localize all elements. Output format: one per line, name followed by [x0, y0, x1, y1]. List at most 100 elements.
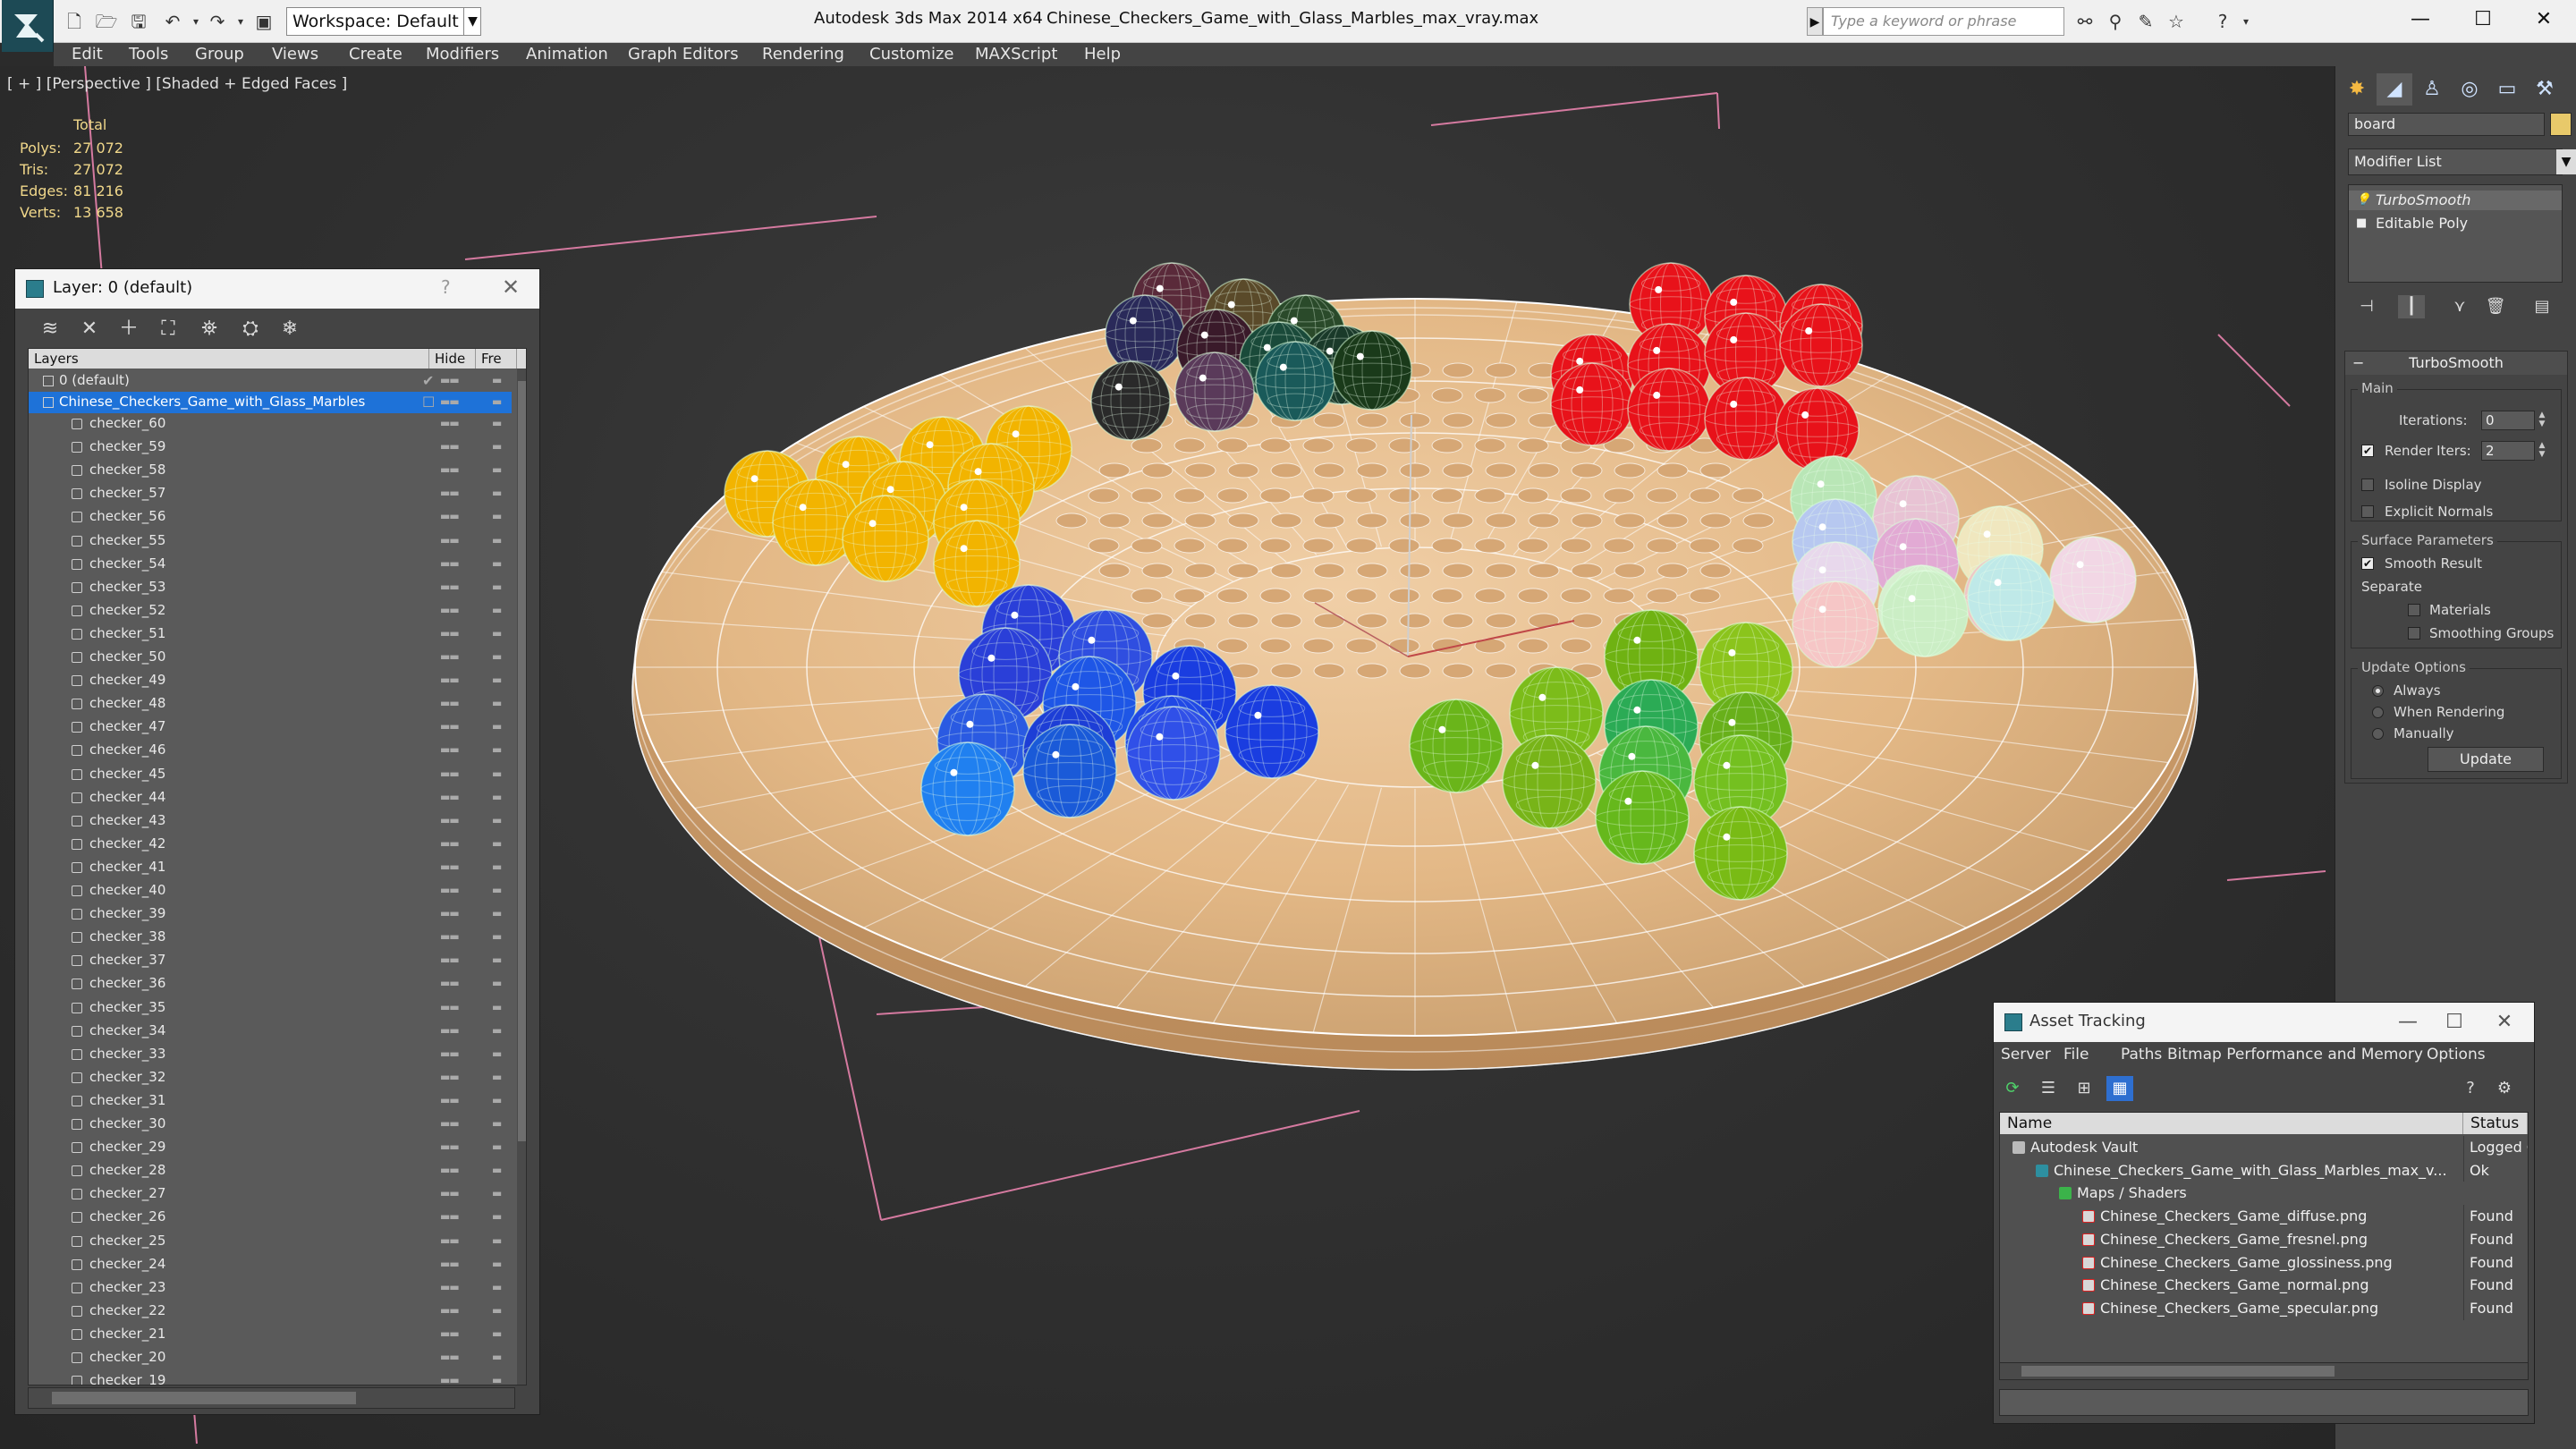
- column-freeze[interactable]: Fre: [476, 349, 517, 369]
- asset-menu-paths[interactable]: Paths: [2121, 1046, 2162, 1063]
- freeze-toggle-icon[interactable]: ▬: [492, 1254, 502, 1275]
- hide-toggle-icon[interactable]: ▬▬: [440, 370, 460, 392]
- refresh-icon[interactable]: ⟳: [1999, 1076, 2026, 1101]
- tree-view-icon[interactable]: ⊞: [2071, 1076, 2097, 1101]
- freeze-toggle-icon[interactable]: ▬: [492, 370, 502, 392]
- freeze-toggle-icon[interactable]: ▬: [492, 623, 502, 645]
- object-row[interactable]: checker_53 ▬▬ ▬: [29, 577, 512, 598]
- object-row[interactable]: checker_24 ▬▬ ▬: [29, 1254, 512, 1275]
- freeze-toggle-icon[interactable]: ▬: [492, 530, 502, 552]
- object-row[interactable]: checker_25 ▬▬ ▬: [29, 1231, 512, 1252]
- hide-toggle-icon[interactable]: ▬▬: [440, 1137, 460, 1158]
- layer-horizontal-scrollbar[interactable]: [28, 1387, 515, 1409]
- menu-edit[interactable]: Edit: [72, 43, 103, 66]
- hide-toggle-icon[interactable]: ▬▬: [440, 1183, 460, 1205]
- freeze-toggle-icon[interactable]: ▬: [492, 1183, 502, 1205]
- object-row[interactable]: checker_26 ▬▬ ▬: [29, 1207, 512, 1228]
- delete-layer-icon[interactable]: ✕: [74, 316, 105, 343]
- menu-views[interactable]: Views: [272, 43, 318, 66]
- menu-help[interactable]: Help: [1084, 43, 1121, 66]
- configure-sets-icon[interactable]: ▤: [2529, 295, 2555, 318]
- freeze-toggle-icon[interactable]: ▬: [492, 1160, 502, 1182]
- add-to-layer-icon[interactable]: ＋: [114, 316, 144, 343]
- hide-toggle-icon[interactable]: ▬▬: [440, 810, 460, 832]
- hide-toggle-icon[interactable]: ▬▬: [440, 903, 460, 925]
- iterations-spinner[interactable]: 0: [2481, 411, 2535, 430]
- close-button[interactable]: ✕: [2517, 4, 2571, 36]
- new-file-icon[interactable]: 🗋: [61, 9, 88, 34]
- hierarchy-tab-icon[interactable]: ♙: [2414, 73, 2450, 106]
- smooth-result-checkbox[interactable]: ✔: [2361, 557, 2374, 570]
- freeze-toggle-icon[interactable]: ▬: [492, 1347, 502, 1368]
- update-always-radio[interactable]: [2372, 685, 2384, 697]
- communication-icon[interactable]: ✎: [2132, 9, 2159, 34]
- object-row[interactable]: checker_33 ▬▬ ▬: [29, 1044, 512, 1065]
- asset-menu-bitmap-performance-and-memory[interactable]: Bitmap Performance and Memory: [2167, 1046, 2423, 1063]
- freeze-toggle-icon[interactable]: ▬: [492, 1370, 502, 1385]
- make-unique-icon[interactable]: ⋎: [2446, 295, 2473, 318]
- asset-row[interactable]: Chinese_Checkers_Game_fresnel.png Found: [2000, 1227, 2528, 1251]
- freeze-toggle-icon[interactable]: ▬: [492, 1324, 502, 1345]
- table-view-icon[interactable]: ▦: [2106, 1076, 2133, 1101]
- modify-tab-icon[interactable]: ◢: [2377, 73, 2412, 106]
- object-row[interactable]: checker_38 ▬▬ ▬: [29, 927, 512, 948]
- app-menu-logo-icon[interactable]: [2, 0, 54, 52]
- object-name-field[interactable]: board: [2348, 113, 2545, 136]
- hide-toggle-icon[interactable]: ▬▬: [440, 1254, 460, 1275]
- hide-toggle-icon[interactable]: ▬▬: [440, 1370, 460, 1385]
- list-view-icon[interactable]: ☰: [2035, 1076, 2062, 1101]
- menu-rendering[interactable]: Rendering: [762, 43, 844, 66]
- search-input[interactable]: Type a keyword or phrase: [1823, 7, 2064, 36]
- rollout-collapse-icon[interactable]: −: [2352, 352, 2364, 375]
- hide-toggle-icon[interactable]: ▬▬: [440, 997, 460, 1019]
- explicit-normals-checkbox[interactable]: [2361, 505, 2374, 518]
- object-row[interactable]: checker_59 ▬▬ ▬: [29, 436, 512, 458]
- asset-path-field[interactable]: [1999, 1389, 2529, 1416]
- asset-menu-file[interactable]: File: [2063, 1046, 2089, 1063]
- menu-maxscript[interactable]: MAXScript: [975, 43, 1057, 66]
- asset-close-button[interactable]: ✕: [2482, 1006, 2527, 1038]
- freeze-toggle-icon[interactable]: ▬: [492, 716, 502, 738]
- column-name[interactable]: Name: [2000, 1113, 2463, 1134]
- hide-toggle-icon[interactable]: ▬▬: [440, 1160, 460, 1182]
- menu-graph-editors[interactable]: Graph Editors: [628, 43, 739, 66]
- object-row[interactable]: checker_30 ▬▬ ▬: [29, 1114, 512, 1135]
- object-row[interactable]: checker_55 ▬▬ ▬: [29, 530, 512, 552]
- freeze-toggle-icon[interactable]: ▬: [492, 810, 502, 832]
- object-row[interactable]: checker_31 ▬▬ ▬: [29, 1090, 512, 1112]
- object-row[interactable]: checker_56 ▬▬ ▬: [29, 506, 512, 528]
- hide-toggle-icon[interactable]: ▬▬: [440, 506, 460, 528]
- layer-row[interactable]: 0 (default) ✔ ▬▬ ▬: [29, 370, 512, 392]
- hide-toggle-icon[interactable]: ▬▬: [440, 880, 460, 902]
- scroll-thumb[interactable]: [518, 381, 526, 1141]
- freeze-toggle-icon[interactable]: ▬: [492, 483, 502, 504]
- hide-toggle-icon[interactable]: ▬▬: [440, 460, 460, 481]
- motion-tab-icon[interactable]: ◎: [2452, 73, 2487, 106]
- freeze-toggle-icon[interactable]: ▬: [492, 1207, 502, 1228]
- freeze-toggle-icon[interactable]: ▬: [492, 577, 502, 598]
- object-row[interactable]: checker_21 ▬▬ ▬: [29, 1324, 512, 1345]
- highlight-layer-icon[interactable]: ⛯: [194, 316, 225, 343]
- display-tab-icon[interactable]: ▭: [2489, 73, 2525, 106]
- select-objects-icon[interactable]: ⛶: [153, 316, 183, 343]
- menu-customize[interactable]: Customize: [869, 43, 953, 66]
- asset-row[interactable]: Chinese_Checkers_Game_diffuse.png Found: [2000, 1205, 2528, 1228]
- layer-vertical-scrollbar[interactable]: [517, 369, 526, 1385]
- object-row[interactable]: checker_29 ▬▬ ▬: [29, 1137, 512, 1158]
- object-row[interactable]: checker_37 ▬▬ ▬: [29, 950, 512, 971]
- column-layers[interactable]: Layers: [29, 349, 429, 369]
- hide-toggle-icon[interactable]: ▬▬: [440, 413, 460, 435]
- object-row[interactable]: checker_58 ▬▬ ▬: [29, 460, 512, 481]
- object-row[interactable]: checker_28 ▬▬ ▬: [29, 1160, 512, 1182]
- object-row[interactable]: checker_32 ▬▬ ▬: [29, 1067, 512, 1089]
- hide-toggle-icon[interactable]: ▬▬: [440, 436, 460, 458]
- hide-toggle-icon[interactable]: ▬▬: [440, 483, 460, 504]
- object-row[interactable]: checker_41 ▬▬ ▬: [29, 857, 512, 878]
- hide-toggle-icon[interactable]: ▬▬: [440, 834, 460, 855]
- hide-toggle-icon[interactable]: ▬▬: [440, 623, 460, 645]
- hide-toggle-icon[interactable]: ▬▬: [440, 1207, 460, 1228]
- freeze-toggle-icon[interactable]: ▬: [492, 927, 502, 948]
- object-row[interactable]: checker_42 ▬▬ ▬: [29, 834, 512, 855]
- layer-row[interactable]: Chinese_Checkers_Game_with_Glass_Marbles…: [29, 392, 512, 413]
- hide-toggle-icon[interactable]: ▬▬: [440, 1044, 460, 1065]
